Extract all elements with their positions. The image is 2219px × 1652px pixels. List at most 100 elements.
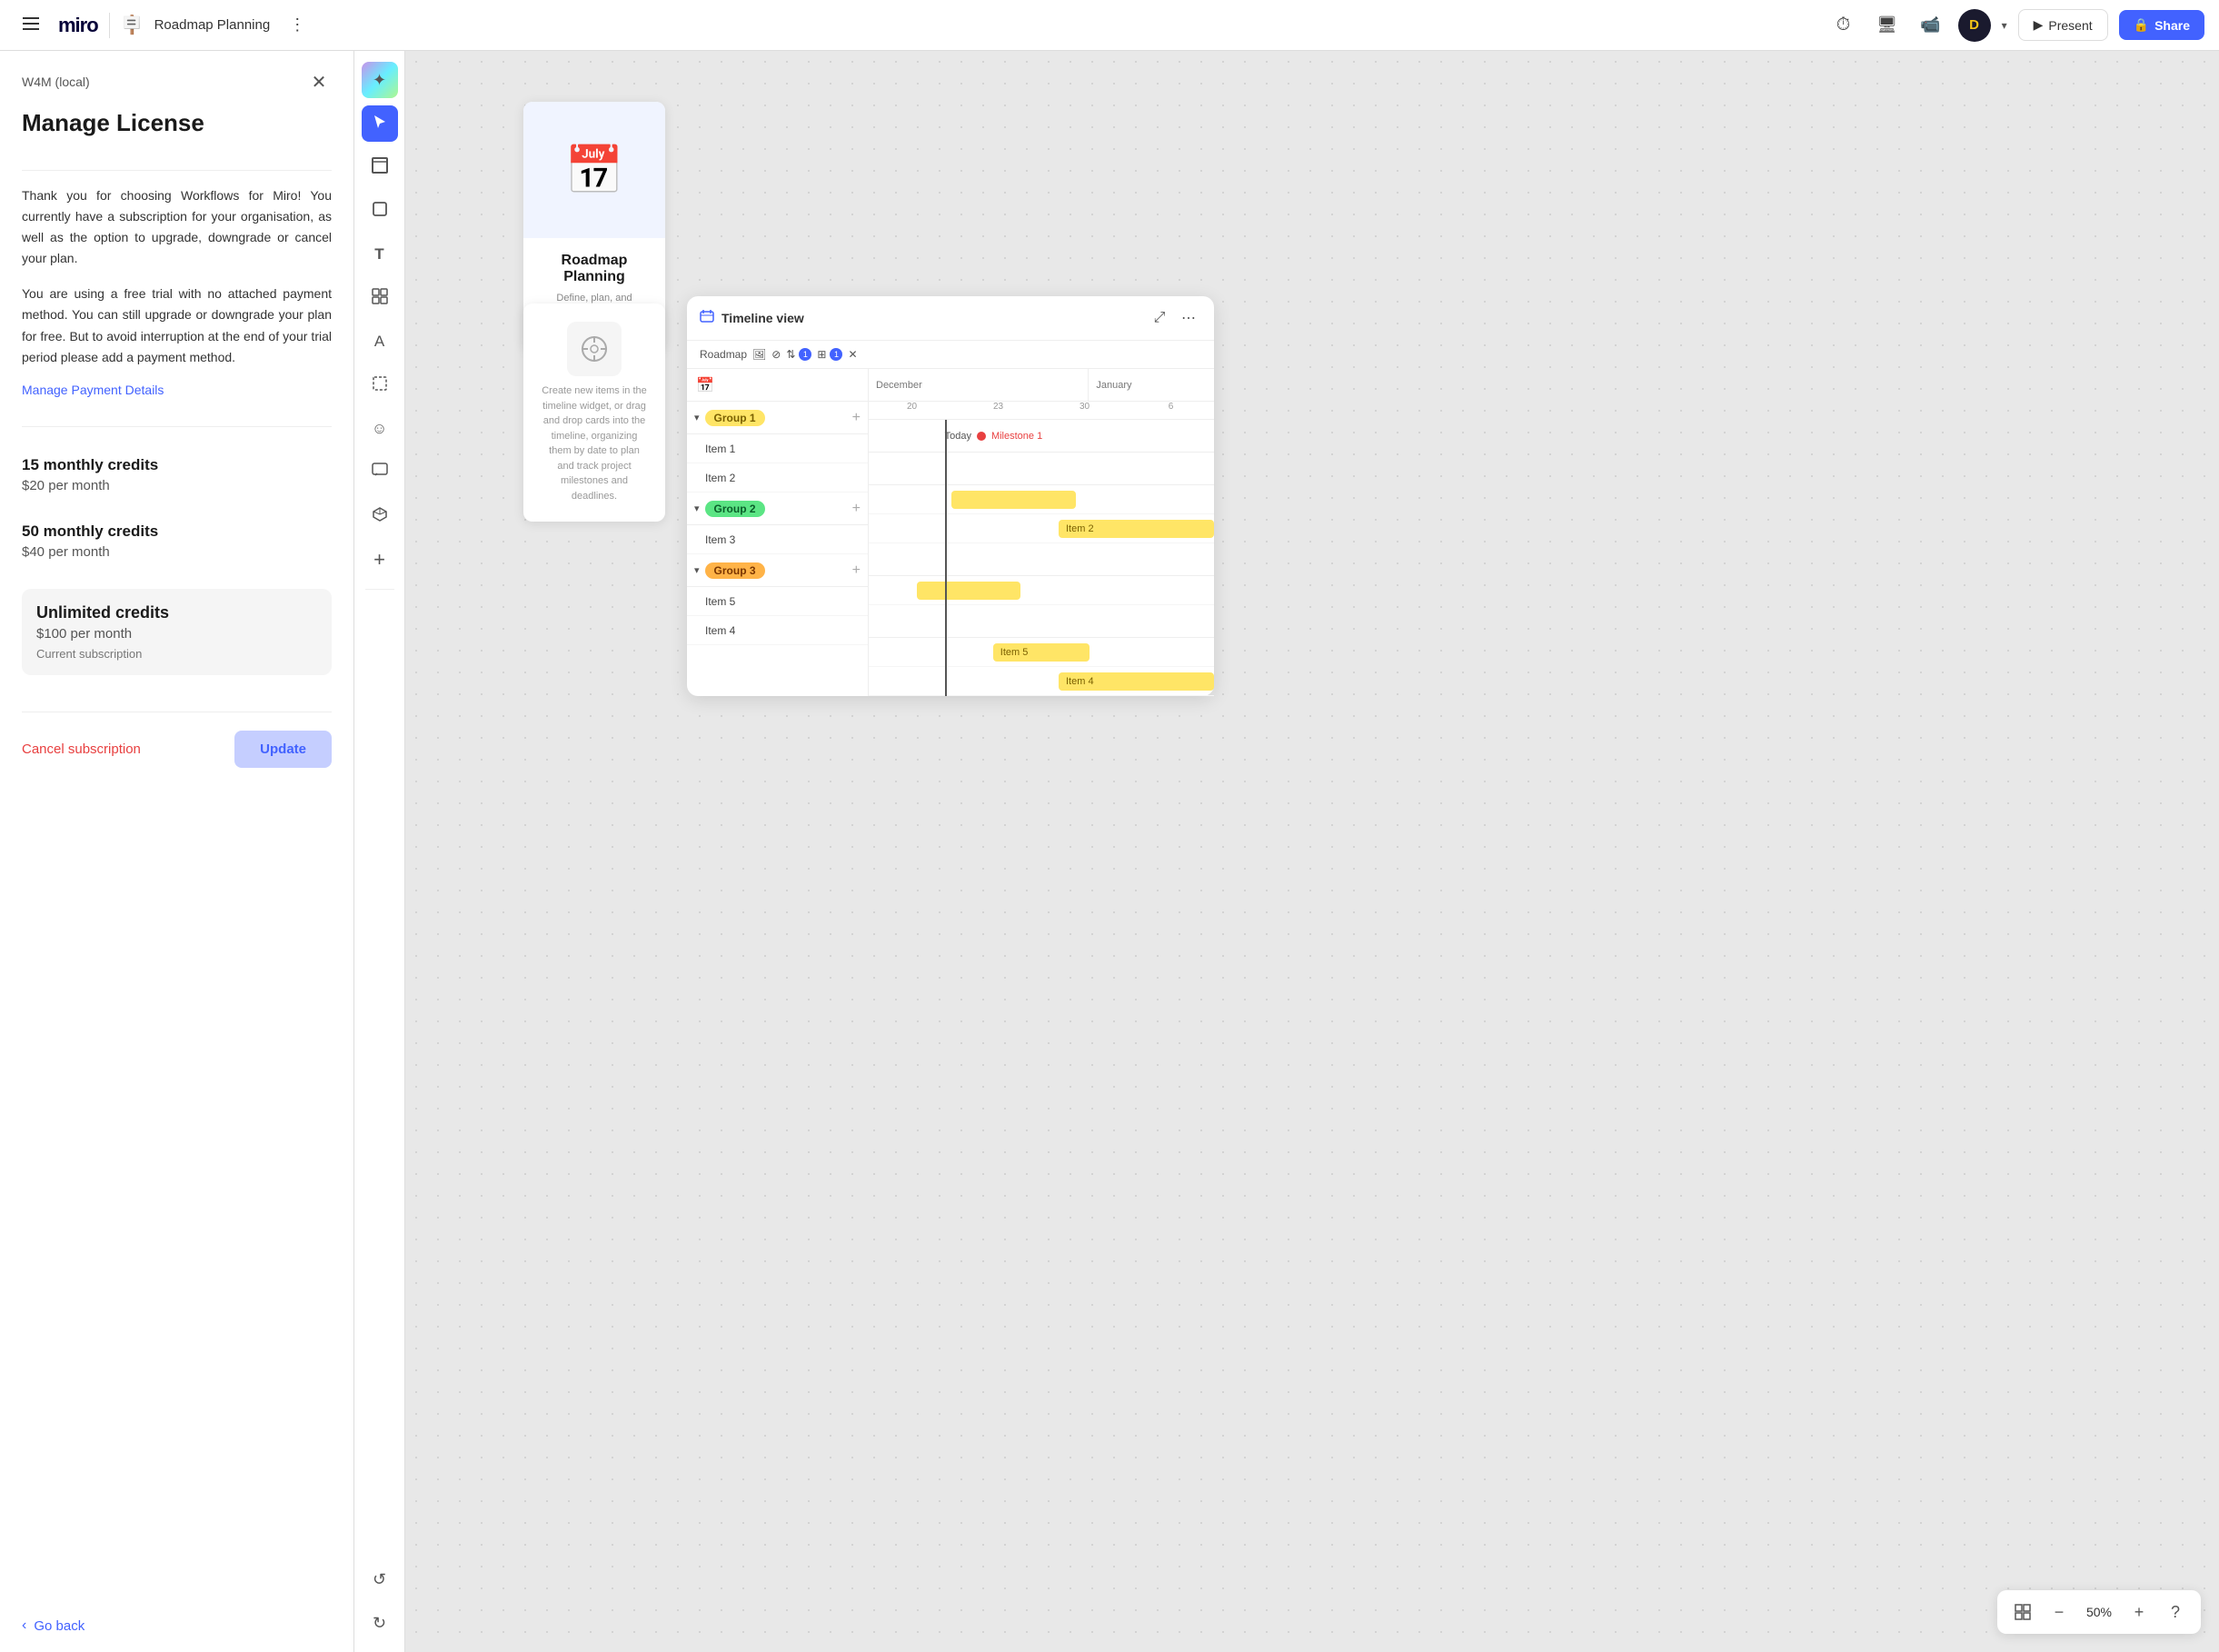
info-card-text: Create new items in the timeline widget,… (542, 383, 647, 503)
timeline-header-buttons: ⤢ ⋯ (1147, 305, 1201, 331)
zoom-out-button[interactable]: − (2045, 1597, 2074, 1627)
group3-add-button[interactable]: + (852, 562, 861, 579)
gantt-item1-row (869, 485, 1214, 514)
item1-bar (951, 491, 1076, 509)
tl-item-4-row[interactable]: Item 4 (687, 616, 868, 645)
today-milestone-row: Today Milestone 1 (945, 431, 1043, 442)
tl-group-3-row[interactable]: ▾ Group 3 + (687, 554, 868, 587)
item1-label: Item 1 (705, 443, 735, 455)
add-tool-button[interactable]: + (362, 542, 398, 578)
present-button[interactable]: ▶ Present (2018, 9, 2108, 41)
magic-tool-button[interactable]: ✦ (362, 62, 398, 98)
group1-add-button[interactable]: + (852, 410, 861, 426)
manage-license-panel: W4M (local) ✕ Manage License Thank you f… (0, 51, 354, 1652)
comment-icon (372, 463, 388, 483)
tl-item-1-row[interactable]: Item 1 (687, 434, 868, 463)
photo-toolbar-button[interactable]: 🖼 (752, 348, 766, 361)
help-button[interactable]: ? (2161, 1597, 2190, 1627)
panel-text-2: You are using a free trial with no attac… (22, 284, 332, 367)
cube-icon (372, 506, 388, 527)
timeline-widget-icon (700, 309, 714, 327)
undo-icon: ↺ (373, 1570, 386, 1589)
zoom-in-button[interactable]: + (2124, 1597, 2154, 1627)
cancel-subscription-button[interactable]: Cancel subscription (22, 741, 141, 757)
group-toolbar-button[interactable]: ⊞ 1 (817, 348, 842, 361)
crop-tool-button[interactable] (362, 367, 398, 403)
comment-tool-button[interactable] (362, 454, 398, 491)
item2-bar: Item 2 (1059, 520, 1214, 538)
frame-tool-button[interactable] (362, 149, 398, 185)
undo-button[interactable]: ↺ (362, 1561, 398, 1597)
user-avatar[interactable]: D (1958, 9, 1991, 42)
cube-tool-button[interactable] (362, 498, 398, 534)
group2-add-button[interactable]: + (852, 501, 861, 517)
canvas[interactable]: 📅 Roadmap Planning Define, plan, and man… (405, 51, 2219, 1652)
item5-bar: Item 5 (993, 643, 1090, 662)
frame-icon (372, 157, 388, 178)
clear-toolbar-button[interactable]: ✕ (848, 348, 857, 361)
share-button[interactable]: 🔒 Share (2119, 10, 2204, 40)
tl-header-row: 📅 (687, 369, 868, 402)
filter-toolbar-button[interactable]: ⊘ (771, 348, 781, 361)
gantt-group3-row (869, 605, 1214, 638)
board-title: Roadmap Planning (154, 17, 271, 33)
menu-button[interactable] (15, 9, 47, 42)
tl-item-2-row[interactable]: Item 2 (687, 463, 868, 493)
tl-gantt-area: Today Milestone 1 I (869, 420, 1214, 696)
topbar-divider (109, 13, 110, 38)
gantt-item2-row: Item 2 (869, 514, 1214, 543)
add-icon: + (373, 548, 385, 572)
tl-item-3-row[interactable]: Item 3 (687, 525, 868, 554)
timeline-more-button[interactable]: ⋯ (1176, 305, 1201, 331)
font-tool-button[interactable]: A (362, 323, 398, 360)
panel-close-button[interactable]: ✕ (306, 69, 332, 95)
zoom-level: 50% (2081, 1605, 2117, 1619)
timeline-toolbar: Roadmap 🖼 ⊘ ⇅ 1 ⊞ 1 ✕ (687, 341, 1214, 369)
redo-button[interactable]: ↻ (362, 1605, 398, 1641)
item5-label: Item 5 (705, 595, 735, 608)
topbar-left: miro 🪧 Roadmap Planning ⋮ (15, 9, 1816, 42)
item2-label: Item 2 (705, 472, 735, 484)
emoji-tool-button[interactable]: ☺ (362, 411, 398, 447)
sticky-tool-button[interactable] (362, 193, 398, 229)
play-icon: ▶ (2034, 17, 2044, 33)
date-30: 30 (1041, 402, 1128, 419)
text-icon: T (374, 245, 383, 264)
panel-source: W4M (local) (22, 75, 90, 89)
group3-chevron-icon: ▾ (694, 564, 700, 576)
timeline-info-card: Create new items in the timeline widget,… (523, 304, 665, 522)
tl-group-1-row[interactable]: ▾ Group 1 + (687, 402, 868, 434)
go-back-label: Go back (34, 1618, 85, 1634)
select-tool-button[interactable] (362, 105, 398, 142)
more-options-button[interactable]: ⋮ (281, 9, 313, 42)
template-tool-button[interactable] (362, 280, 398, 316)
item4-label: Item 4 (705, 624, 735, 637)
video-icon-button[interactable]: 📹 (1915, 9, 1947, 42)
template-icon (372, 288, 388, 309)
hamburger-icon (23, 15, 39, 35)
tl-group-2-row[interactable]: ▾ Group 2 + (687, 493, 868, 525)
timer-icon-button[interactable]: ⏱ (1827, 9, 1860, 42)
crop-icon (372, 375, 388, 396)
cursor-icon (373, 114, 387, 134)
manage-payment-link[interactable]: Manage Payment Details (22, 383, 332, 397)
timeline-expand-button[interactable]: ⤢ (1147, 305, 1172, 331)
user-chevron-icon[interactable]: ▾ (2002, 19, 2007, 32)
magic-icon: ✦ (373, 71, 386, 90)
group2-chevron-icon: ▾ (694, 503, 700, 514)
emoji-icon: ☺ (372, 420, 387, 438)
gantt-item4-row: Item 4 (869, 667, 1214, 696)
screen-icon-button[interactable]: 🖥 (1871, 9, 1904, 42)
update-button[interactable]: Update (234, 731, 332, 768)
roadmap-toolbar-button[interactable]: Roadmap (700, 348, 747, 361)
go-back-area[interactable]: ‹ Go back (22, 1596, 332, 1634)
go-back-chevron-icon: ‹ (22, 1617, 26, 1634)
panel-title: Manage License (22, 109, 332, 137)
tl-item-5-row[interactable]: Item 5 (687, 587, 868, 616)
item3-label: Item 3 (705, 533, 735, 546)
text-tool-button[interactable]: T (362, 236, 398, 273)
sort-toolbar-button[interactable]: ⇅ 1 (786, 348, 811, 361)
grid-view-button[interactable] (2008, 1597, 2037, 1627)
milestone-dot (977, 432, 986, 441)
group1-tag: Group 1 (705, 410, 765, 426)
